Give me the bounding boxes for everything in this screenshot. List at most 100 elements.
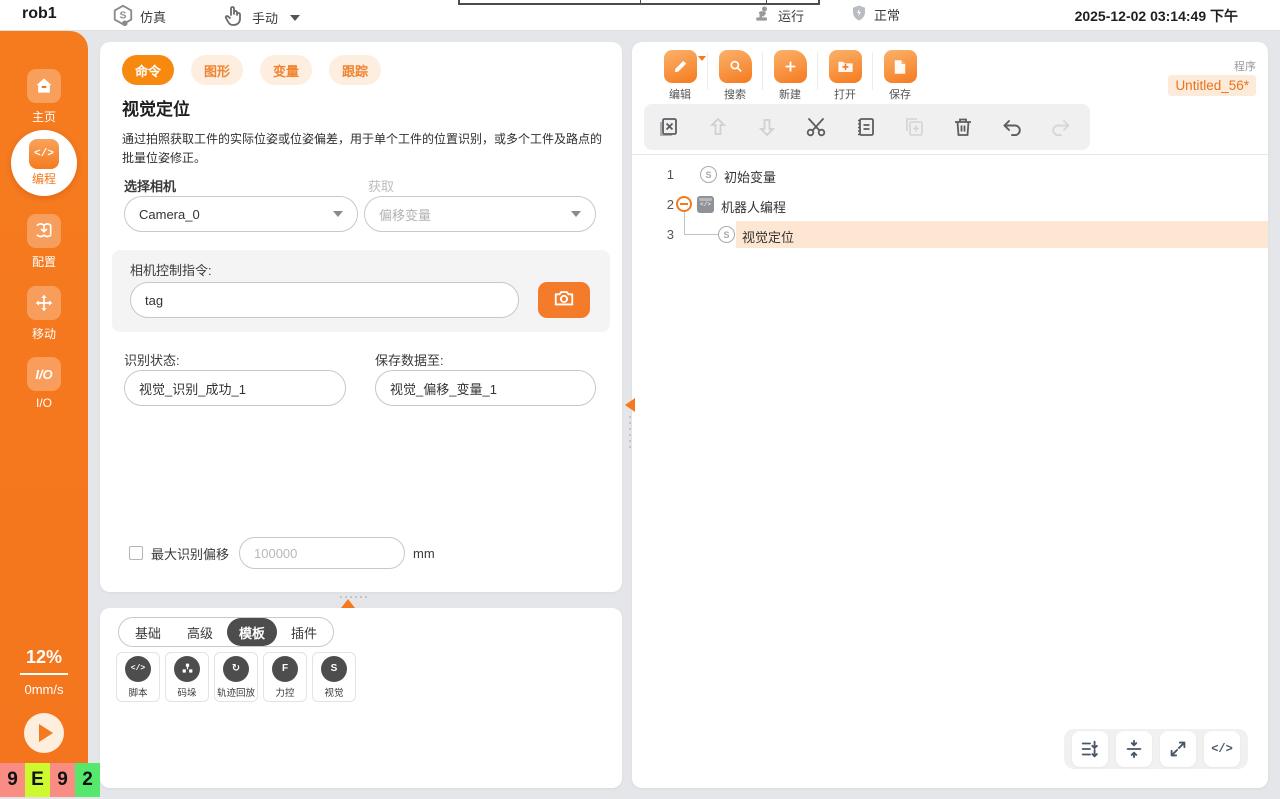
pencil-icon (664, 50, 697, 83)
sidebar-item-home[interactable]: 主页 (0, 69, 88, 125)
code-view-button[interactable]: </> (1204, 731, 1240, 767)
vertical-splitter[interactable] (622, 42, 632, 788)
tab-trace[interactable]: 跟踪 (329, 55, 381, 85)
replay-icon: ↻ (223, 656, 249, 682)
max-offset-checkbox[interactable] (129, 546, 143, 560)
speed-value: 0mm/s (0, 682, 88, 697)
move-down-button[interactable] (742, 104, 791, 150)
tree-row-vision-locate[interactable]: 3 S 视觉定位 (632, 220, 1268, 250)
tab-variable[interactable]: 变量 (260, 55, 312, 85)
recognition-status-input[interactable] (124, 370, 346, 406)
template-tab-group: 基础 高级 模板 插件 (118, 617, 334, 647)
delete-button[interactable] (938, 104, 987, 150)
tab-graphic[interactable]: 图形 (191, 55, 243, 85)
sidebar-item-label: 配置 (32, 253, 56, 270)
run-status[interactable]: 运行 (752, 4, 804, 27)
save-button[interactable]: 保存 (878, 50, 922, 102)
speed-percent[interactable]: 12% (0, 647, 88, 675)
manual-label: 手动 (252, 8, 278, 27)
tree-connector-line (684, 212, 718, 235)
program-name[interactable]: Untitled_56* (1168, 75, 1256, 96)
script-icon: </> (125, 656, 151, 682)
open-folder-icon (829, 50, 862, 83)
sidebar-item-label: I/O (36, 396, 52, 410)
max-offset-label: 最大识别偏移 (151, 544, 229, 563)
tree-row-robot-program[interactable]: 2 </> 机器人编程 (632, 190, 1268, 220)
template-item-force-control[interactable]: F 力控 (263, 652, 307, 702)
edit-button[interactable]: 编辑 (658, 50, 702, 102)
template-item-palletize[interactable]: 码垛 (165, 652, 209, 702)
camera-command-input[interactable] (130, 282, 519, 318)
sidebar-item-io[interactable]: I/O I/O (0, 357, 88, 410)
program-icon: </> (697, 196, 714, 213)
redo-button[interactable] (1036, 104, 1085, 150)
sidebar: 主页 </> 编程 配置 移动 I/O I/O 12% 0mm/s (0, 31, 88, 763)
capture-button[interactable] (538, 282, 590, 318)
save-data-label: 保存数据至: (375, 350, 444, 369)
manual-mode-dropdown[interactable]: 手动 (222, 4, 300, 31)
sidebar-item-move[interactable]: 移动 (0, 286, 88, 342)
sort-order-button[interactable] (1072, 731, 1108, 767)
status-block: 9 (0, 763, 25, 797)
play-button[interactable] (24, 713, 64, 753)
robot-icon (752, 4, 772, 27)
config-icon (27, 214, 61, 248)
camera-select-dropdown[interactable]: Camera_0 (124, 196, 358, 232)
splitter-handle-dots (629, 416, 631, 448)
sidebar-item-programming[interactable]: </> 编程 (11, 130, 77, 196)
tab-plugin[interactable]: 插件 (279, 618, 329, 646)
variable-icon: S (700, 166, 717, 183)
code-monitor-icon: </> (29, 139, 59, 169)
sidebar-item-label: 移动 (32, 325, 56, 342)
svg-text:S: S (120, 11, 127, 22)
collapse-all-button[interactable] (1116, 731, 1152, 767)
acquire-dropdown[interactable]: 偏移变量 (364, 196, 596, 232)
tab-template[interactable]: 模板 (227, 618, 277, 646)
play-icon (39, 724, 53, 742)
status-block: 2 (75, 763, 100, 797)
top-bar: rob1 S 仿真 手动 运行 正常 2025-12-02 03:14:49 下… (0, 0, 1280, 31)
horizontal-splitter[interactable] (100, 594, 622, 608)
io-icon: I/O (27, 357, 61, 391)
paste-button[interactable] (840, 104, 889, 150)
template-item-trajectory-replay[interactable]: ↻ 轨迹回放 (214, 652, 258, 702)
search-button[interactable]: 搜索 (713, 50, 757, 102)
divider (632, 154, 1268, 155)
sidebar-item-label: 主页 (32, 108, 56, 125)
open-file-button[interactable]: 打开 (823, 50, 867, 102)
vision-icon: S (321, 656, 347, 682)
new-file-button[interactable]: 新建 (768, 50, 812, 102)
template-item-script[interactable]: </> 脚本 (116, 652, 160, 702)
command-panel-tabs: 命令 图形 变量 跟踪 (122, 55, 381, 85)
deselect-button[interactable] (644, 104, 693, 150)
tree-row-init-variable[interactable]: 1 S 初始变量 (632, 160, 1268, 190)
recognition-status-label: 识别状态: (124, 350, 180, 369)
expand-button[interactable] (1160, 731, 1196, 767)
force-icon: F (272, 656, 298, 682)
max-offset-input[interactable] (239, 537, 405, 569)
splitter-handle-dots (340, 596, 367, 598)
splitter-arrow-up-icon (341, 599, 355, 608)
chevron-down-icon (333, 211, 343, 217)
file-toolbar: 编辑 搜索 新建 打开 保存 (658, 50, 922, 102)
run-label: 运行 (778, 6, 804, 25)
tab-advanced[interactable]: 高级 (175, 618, 225, 646)
health-status[interactable]: 正常 (850, 4, 900, 25)
save-data-input[interactable] (375, 370, 596, 406)
move-up-button[interactable] (693, 104, 742, 150)
view-toolbar: </> (1064, 729, 1248, 769)
template-item-vision[interactable]: S 视觉 (312, 652, 356, 702)
program-panel: 编辑 搜索 新建 打开 保存 (632, 42, 1268, 788)
new-file-icon (774, 50, 807, 83)
tab-command[interactable]: 命令 (122, 55, 174, 85)
collapse-icon[interactable] (676, 196, 692, 212)
sidebar-item-config[interactable]: 配置 (0, 214, 88, 270)
search-icon (719, 50, 752, 83)
move-arrows-icon (27, 286, 61, 320)
tab-basic[interactable]: 基础 (123, 618, 173, 646)
undo-button[interactable] (987, 104, 1036, 150)
cut-button[interactable] (791, 104, 840, 150)
status-code-blocks: 9 E 9 2 (0, 763, 100, 797)
copy-button[interactable] (889, 104, 938, 150)
simulation-toggle[interactable]: S 仿真 (112, 4, 166, 29)
